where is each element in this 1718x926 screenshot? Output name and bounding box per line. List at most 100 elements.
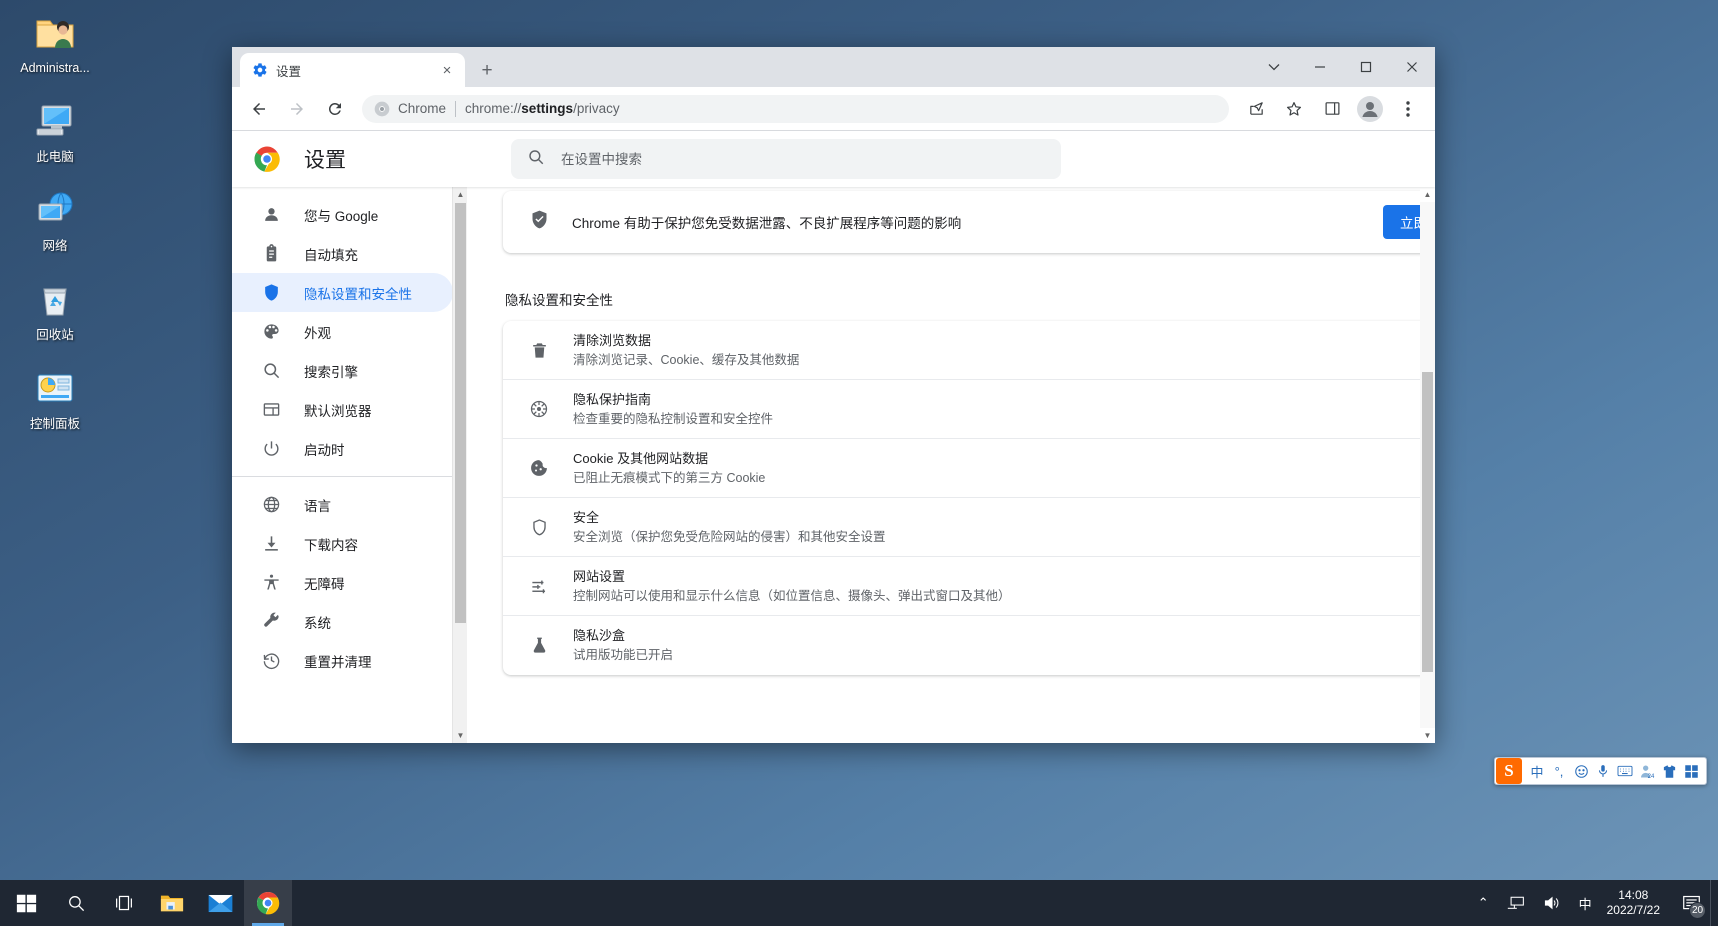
ime-voice-icon[interactable]: [1592, 759, 1614, 783]
forward-button[interactable]: [283, 95, 311, 123]
desktop-icon-network[interactable]: 网络: [5, 186, 105, 253]
search-input[interactable]: [561, 151, 1045, 167]
volume-icon[interactable]: [1534, 880, 1570, 926]
row-privacy-sandbox[interactable]: 隐私沙盒 试用版功能已开启: [503, 616, 1435, 675]
sidebar-scrollbar[interactable]: ▲ ▼: [452, 187, 467, 743]
row-site-settings[interactable]: 网站设置 控制网站可以使用和显示什么信息（如位置信息、摄像头、弹出式窗口及其他）: [503, 557, 1435, 616]
minimize-button[interactable]: [1297, 47, 1343, 87]
close-window-button[interactable]: [1389, 47, 1435, 87]
settings-sidebar: 您与 Google 自动填充 隐私设置和安全性 外观 搜索引擎 默认浏览器 启动…: [232, 187, 467, 743]
new-tab-button[interactable]: +: [473, 56, 501, 84]
tray-ime-indicator[interactable]: 中: [1570, 880, 1601, 926]
sidebar-item-on-startup[interactable]: 启动时: [232, 429, 453, 468]
row-title: 隐私保护指南: [573, 391, 652, 407]
sidebar-item-search-engine[interactable]: 搜索引擎: [232, 351, 453, 390]
sidebar-item-label: 无障碍: [304, 576, 345, 592]
maximize-button[interactable]: [1343, 47, 1389, 87]
tray-expand-icon[interactable]: ⌃: [1469, 880, 1498, 926]
menu-icon[interactable]: [1394, 95, 1422, 123]
sidebar-item-appearance[interactable]: 外观: [232, 312, 453, 351]
settings-main: Chrome 有助于保护您免受数据泄露、不良扩展程序等问题的影响 立即检查 隐私…: [467, 187, 1435, 743]
scroll-up-arrow[interactable]: ▲: [1420, 187, 1435, 202]
browser-tab-settings[interactable]: 设置 ×: [240, 53, 465, 87]
sidebar-item-label: 外观: [304, 325, 331, 341]
chrome-browser-window: 设置 × + Chrome chrome://settings/privacy …: [232, 47, 1435, 743]
url-bold: settings: [521, 101, 574, 116]
taskbar-mail[interactable]: [196, 880, 244, 926]
action-center-button[interactable]: 20: [1672, 880, 1710, 926]
desktop-icon-label: 网络: [42, 239, 68, 253]
row-texts: 安全 安全浏览（保护您免受危险网站的侵害）和其他安全设置: [573, 508, 1435, 547]
ime-user-icon[interactable]: 24: [1636, 759, 1658, 783]
window-controls: [1251, 47, 1435, 87]
ime-skin-icon[interactable]: [1658, 759, 1680, 783]
desktop-icon-control-panel[interactable]: 控制面板: [5, 364, 105, 431]
scroll-up-arrow[interactable]: ▲: [453, 187, 467, 202]
url-text: chrome://settings/privacy: [465, 101, 620, 116]
task-view-button[interactable]: [100, 880, 148, 926]
reload-button[interactable]: [321, 95, 349, 123]
row-clear-browsing-data[interactable]: 清除浏览数据 清除浏览记录、Cookie、缓存及其他数据: [503, 321, 1435, 380]
start-button[interactable]: [0, 880, 52, 926]
cookie-icon: [529, 458, 549, 478]
sidebar-item-languages[interactable]: 语言: [232, 485, 453, 524]
row-title: 清除浏览数据: [573, 332, 652, 348]
clipboard-icon: [261, 244, 281, 264]
settings-search-box[interactable]: [511, 139, 1061, 179]
ime-keyboard-icon[interactable]: [1614, 759, 1636, 783]
ime-emoji-icon[interactable]: [1570, 759, 1592, 783]
back-button[interactable]: [245, 95, 273, 123]
sidebar-item-you-and-google[interactable]: 您与 Google: [232, 195, 453, 234]
sogou-logo-icon[interactable]: S: [1496, 758, 1522, 784]
row-subtitle: 控制网站可以使用和显示什么信息（如位置信息、摄像头、弹出式窗口及其他）: [573, 588, 1011, 603]
row-security[interactable]: 安全 安全浏览（保护您免受危险网站的侵害）和其他安全设置: [503, 498, 1435, 557]
sidebar-item-privacy-and-security[interactable]: 隐私设置和安全性: [232, 273, 453, 312]
system-tray: ⌃ 中 14:08 2022/7/22 20: [1469, 880, 1718, 926]
scroll-down-arrow[interactable]: ▼: [453, 728, 467, 743]
main-scrollbar[interactable]: ▲ ▼: [1420, 187, 1435, 743]
taskbar-chrome[interactable]: [244, 880, 292, 926]
taskbar-file-explorer[interactable]: [148, 880, 196, 926]
sidebar-item-reset-and-cleanup[interactable]: 重置并清理: [232, 641, 453, 680]
ime-punctuation-toggle[interactable]: °,: [1548, 759, 1570, 783]
row-privacy-guide[interactable]: 隐私保护指南 检查重要的隐私控制设置和安全控件: [503, 380, 1435, 439]
sidebar-item-default-browser[interactable]: 默认浏览器: [232, 390, 453, 429]
sidebar-item-label: 系统: [304, 615, 331, 631]
taskbar-search-button[interactable]: [52, 880, 100, 926]
browser-toolbar: Chrome chrome://settings/privacy: [232, 87, 1435, 131]
profile-icon[interactable]: [1356, 95, 1384, 123]
address-bar[interactable]: Chrome chrome://settings/privacy: [362, 94, 1229, 123]
globe-icon: [261, 495, 281, 515]
notification-count: 20: [1689, 902, 1706, 919]
ime-apps-icon[interactable]: [1680, 759, 1702, 783]
sidebar-item-downloads[interactable]: 下载内容: [232, 524, 453, 563]
browser-window-icon: [261, 400, 281, 420]
desktop-icon-recycle-bin[interactable]: 回收站: [5, 275, 105, 342]
sidebar-item-system[interactable]: 系统: [232, 602, 453, 641]
sidebar-item-autofill[interactable]: 自动填充: [232, 234, 453, 273]
tab-search-button[interactable]: [1251, 47, 1297, 87]
side-panel-icon[interactable]: [1318, 95, 1346, 123]
ime-mode-chinese[interactable]: 中: [1526, 759, 1548, 783]
chrome-icon: [374, 101, 390, 117]
row-title: 安全: [573, 509, 600, 525]
show-desktop-button[interactable]: [1710, 880, 1718, 926]
share-icon[interactable]: [1242, 95, 1270, 123]
close-icon[interactable]: ×: [437, 60, 457, 80]
taskbar-clock[interactable]: 14:08 2022/7/22: [1601, 880, 1672, 926]
sogou-ime-toolbar: S 中 °, 24: [1494, 757, 1707, 785]
main-scroll-thumb[interactable]: [1422, 372, 1433, 672]
row-cookies[interactable]: Cookie 及其他网站数据 已阻止无痕模式下的第三方 Cookie: [503, 439, 1435, 498]
sidebar-scroll-thumb[interactable]: [455, 203, 466, 623]
safety-check-card[interactable]: Chrome 有助于保护您免受数据泄露、不良扩展程序等问题的影响 立即检查: [503, 191, 1435, 253]
star-icon[interactable]: [1280, 95, 1308, 123]
desktop-icons: Administra... 此电脑 网络 回收站 控制面板: [0, 8, 110, 453]
desktop-icon-administrator[interactable]: Administra...: [5, 8, 105, 75]
clock-time: 14:08: [1618, 888, 1649, 902]
row-subtitle: 已阻止无痕模式下的第三方 Cookie: [573, 470, 766, 485]
desktop-icon-this-pc[interactable]: 此电脑: [5, 97, 105, 164]
network-tray-icon[interactable]: [1498, 880, 1534, 926]
sidebar-divider: [232, 476, 467, 477]
scroll-down-arrow[interactable]: ▼: [1420, 728, 1435, 743]
sidebar-item-accessibility[interactable]: 无障碍: [232, 563, 453, 602]
